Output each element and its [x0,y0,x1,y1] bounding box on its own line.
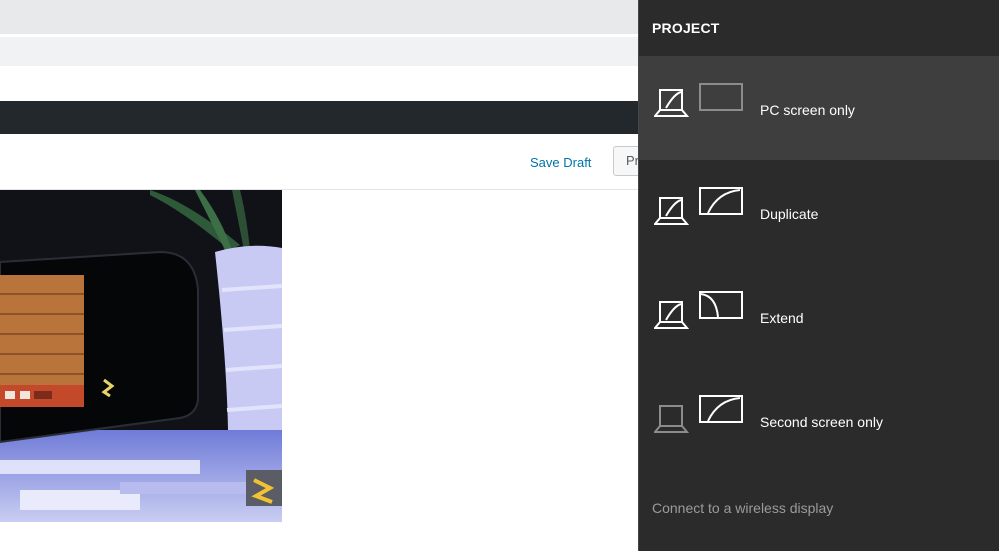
browser-address-bar[interactable] [0,36,640,67]
option-label: Extend [760,310,804,326]
second-screen-only-icon [654,395,743,433]
save-draft-link[interactable]: Save Draft [530,155,591,170]
option-extend[interactable]: Extend [639,264,999,368]
option-label: Second screen only [760,414,883,430]
option-second-screen-only[interactable]: Second screen only [639,368,999,472]
flyout-title: PROJECT [652,20,720,36]
option-duplicate[interactable]: Duplicate [639,160,999,264]
project-flyout: PROJECT PC screen only Duplicate Extend … [638,0,999,551]
connect-wireless-display-link[interactable]: Connect to a wireless display [652,500,833,516]
option-label: Duplicate [760,206,819,222]
option-label: PC screen only [760,102,855,118]
duplicate-icon [654,187,743,225]
browser-tab-strip [0,0,640,34]
featured-image [0,190,282,522]
pc-screen-only-icon [654,83,743,117]
admin-bar [0,101,640,134]
browser-bookmarks-bar [0,66,640,101]
option-pc-screen-only[interactable]: PC screen only [639,56,999,160]
extend-icon [654,291,743,329]
